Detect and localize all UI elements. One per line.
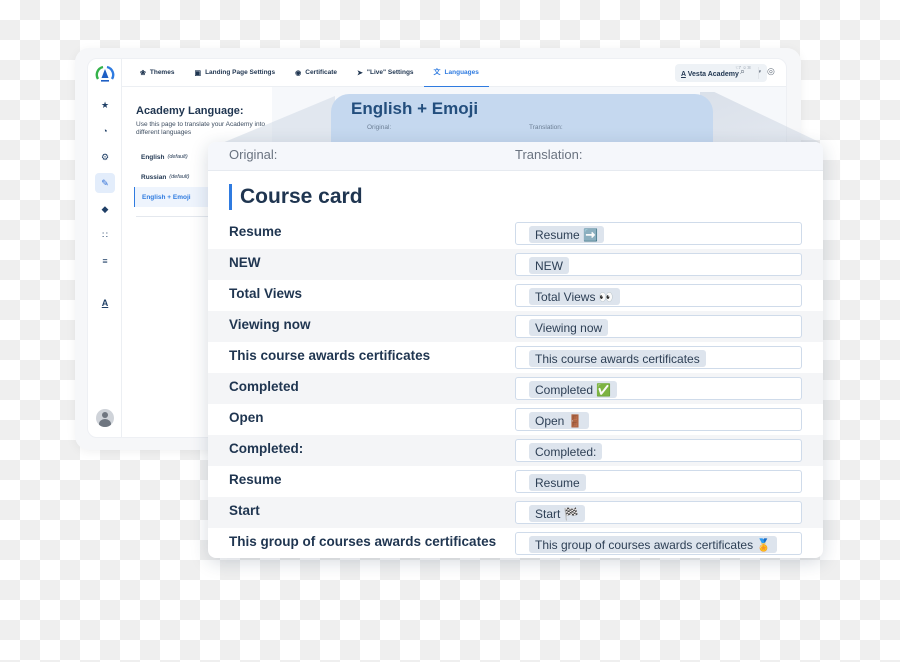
translation-chip[interactable]: Start 🏁: [529, 505, 585, 522]
translation-chip[interactable]: Completed ✅: [529, 381, 618, 398]
dashboard-icon[interactable]: ◔: [95, 121, 115, 141]
translation-row: Open Open 🚪: [208, 404, 823, 435]
tab-landing-page-settings[interactable]: ▣ Landing Page Settings: [184, 59, 285, 87]
layout-icon: ▣: [194, 69, 202, 77]
academy-name-text: Vesta Academy: [687, 71, 739, 78]
academy-name: A Vesta Academy: [681, 71, 739, 78]
star-icon[interactable]: ★: [95, 95, 115, 115]
palette-icon: ❀: [140, 69, 146, 77]
users-icon[interactable]: ∷: [95, 225, 115, 245]
tab-live-settings[interactable]: ➤ "Live" Settings: [347, 59, 424, 87]
tab-label: Certificate: [305, 69, 338, 76]
rocket-icon: ➤: [357, 69, 363, 77]
language-name: English: [141, 153, 165, 161]
translation-chip[interactable]: Viewing now: [529, 319, 609, 336]
academy-logo-icon[interactable]: [95, 64, 115, 84]
translation-row: Start Start 🏁: [208, 497, 823, 528]
translation-chip[interactable]: Total Views 👀: [529, 288, 620, 305]
original-text: NEW: [229, 255, 261, 270]
translation-input[interactable]: Open 🚪: [515, 408, 802, 431]
translation-card: Original: Translation: Course card Resum…: [208, 142, 823, 558]
translation-input[interactable]: This group of courses awards certificate…: [515, 532, 802, 555]
default-tag: (default): [169, 174, 190, 180]
original-text: Open: [229, 410, 264, 425]
translation-card-header: Original: Translation:: [208, 142, 823, 171]
top-navigation: ❀ Themes ▣ Landing Page Settings ◉ Certific…: [122, 59, 786, 87]
language-title: English + Emoji: [351, 99, 479, 118]
preview-icon[interactable]: ◎: [767, 66, 775, 77]
translation-chip[interactable]: Resume: [529, 474, 586, 491]
customize-icon[interactable]: ✎: [95, 173, 115, 193]
translation-chip[interactable]: Open 🚪: [529, 412, 589, 429]
translation-row: NEW NEW: [208, 249, 823, 280]
translation-row: Completed: Completed:: [208, 435, 823, 466]
translation-input[interactable]: Start 🏁: [515, 501, 802, 524]
tab-label: Landing Page Settings: [205, 69, 276, 76]
original-label: Original:: [367, 124, 392, 131]
certificate-icon: ◉: [295, 69, 302, 77]
translation-input[interactable]: Resume ➡️: [515, 222, 802, 245]
tab-label: Languages: [444, 68, 479, 76]
original-text: Viewing now: [229, 317, 311, 332]
language-name: English + Emoji: [142, 193, 191, 201]
original-text: Start: [229, 503, 260, 518]
nav-rail: ★ ◔ ⚙ ✎ ◆ ∷ ≡ A: [88, 59, 122, 437]
translation-input[interactable]: Resume: [515, 470, 802, 493]
translate-icon: 文: [433, 69, 441, 76]
gear-icon[interactable]: ⚙: [95, 147, 115, 167]
translation-row: Viewing now Viewing now: [208, 311, 823, 342]
translation-input[interactable]: Completed:: [515, 439, 802, 462]
translation-chip[interactable]: NEW: [529, 257, 569, 274]
translation-rows: Resume Resume ➡️ NEW NEW Total Views Total Vi…: [208, 218, 823, 558]
original-text: Resume: [229, 224, 282, 239]
original-text: Total Views: [229, 286, 303, 301]
section-heading: Course card: [229, 184, 363, 210]
default-tag: (default): [167, 154, 188, 160]
original-column-header: Original:: [229, 147, 278, 162]
translation-input[interactable]: This course awards certificates: [515, 346, 802, 369]
language-name: Russian: [141, 173, 167, 181]
academy-switcher[interactable]: ↑:7 ☺:8 A Vesta Academy ▾: [675, 64, 767, 82]
translation-chip[interactable]: Resume ➡️: [529, 226, 604, 243]
sidepanel-title: Academy Language:: [136, 105, 244, 117]
graduation-cap-icon[interactable]: ◆: [95, 199, 115, 219]
tab-languages[interactable]: 文 Languages: [423, 59, 489, 87]
translation-row: This course awards certificates This cour…: [208, 342, 823, 373]
academy-icon: A: [681, 71, 686, 78]
translation-input[interactable]: Viewing now: [515, 315, 802, 338]
translation-row: Completed Completed ✅: [208, 373, 823, 404]
translation-chip[interactable]: This course awards certificates: [529, 350, 706, 367]
section-title: Course card: [240, 185, 363, 208]
translation-row: Resume Resume: [208, 466, 823, 497]
tab-certificate[interactable]: ◉ Certificate: [285, 59, 347, 87]
original-text: Completed:: [229, 441, 304, 456]
translation-row: This group of courses awards certificate…: [208, 528, 823, 558]
translation-row: Resume Resume ➡️: [208, 218, 823, 249]
typography-icon[interactable]: A: [95, 293, 115, 313]
translation-row: Total Views Total Views 👀: [208, 280, 823, 311]
search-icon[interactable]: ⌕: [740, 66, 745, 77]
translation-column-header: Translation:: [515, 147, 583, 162]
original-text: Resume: [229, 472, 282, 487]
translation-chip[interactable]: Completed:: [529, 443, 603, 460]
original-text: This group of courses awards certificate…: [229, 534, 497, 549]
original-text: Completed: [229, 379, 299, 394]
translation-input[interactable]: Total Views 👀: [515, 284, 802, 307]
translation-label: Translation:: [529, 124, 563, 131]
translation-chip[interactable]: This group of courses awards certificate…: [529, 536, 778, 553]
tab-label: "Live" Settings: [366, 69, 414, 76]
original-text: This course awards certificates: [229, 348, 431, 363]
translation-input[interactable]: Completed ✅: [515, 377, 802, 400]
translation-input[interactable]: NEW: [515, 253, 802, 276]
section-accent-bar: [229, 184, 232, 210]
divider: [758, 67, 759, 79]
user-avatar[interactable]: [96, 409, 114, 427]
analytics-icon[interactable]: ≡: [95, 251, 115, 271]
tab-label: Themes: [149, 69, 175, 76]
tab-themes[interactable]: ❀ Themes: [130, 59, 184, 87]
